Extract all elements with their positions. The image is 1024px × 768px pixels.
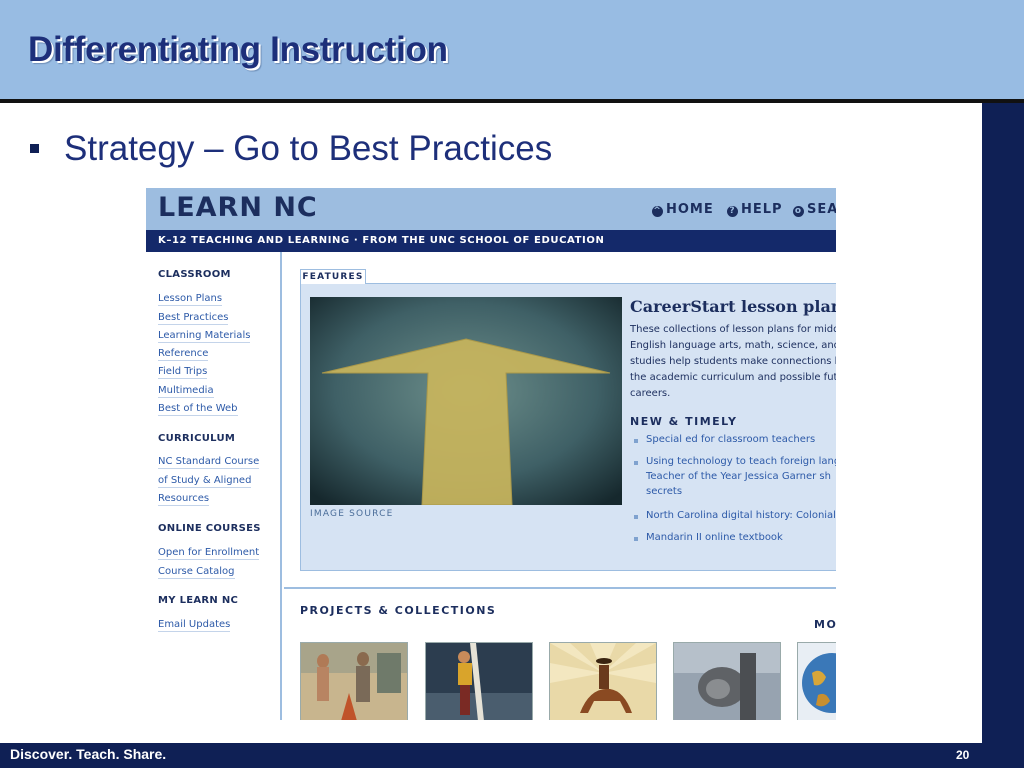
new-timely-item-text: Using technology to teach foreign lang [646,456,836,467]
section-divider [284,587,836,589]
project-thumbnail[interactable] [549,642,657,720]
project-thumbnail[interactable] [673,642,781,720]
sidebar-heading-online-courses: ONLINE COURSES [158,523,261,534]
projects-more-link[interactable]: MO [814,618,836,631]
globe-image [798,643,836,720]
nav-home[interactable]: ^ HOME [652,202,714,217]
nav-search-label: SEA [807,202,836,217]
new-timely-item-text: Mandarin II online textbook [646,532,783,543]
nav-search[interactable]: o SEA [793,202,836,217]
nav-home-label: HOME [666,202,714,217]
sidebar-link-best-practices[interactable]: Best Practices [158,312,229,325]
site-tagline: K–12 TEACHING AND LEARNING · FROM THE UN… [158,235,605,246]
slide-title: Differentiating Instruction [28,30,448,69]
project-thumbnail[interactable] [797,642,836,720]
sidebar-link-resources[interactable]: Resources [158,493,210,506]
site-main: FEATURES IMAGE SOURCE CareerStart lesson… [284,252,836,720]
sidebar-link-learning-materials[interactable]: Learning Materials [158,330,251,343]
right-accent-band [982,103,1024,743]
feature-description-line: the academic curriculum and possible fut… [630,372,836,383]
feature-description-line: English language arts, math, science, an… [630,340,836,351]
search-icon: o [793,206,804,217]
feature-description-line: studies help students make connections b [630,356,836,367]
sidebar-link-email-updates[interactable]: Email Updates [158,619,231,632]
sidebar-heading-curriculum: CURRICULUM [158,433,236,444]
home-icon: ^ [652,206,663,217]
engraving-figures-image [301,643,407,720]
new-timely-item-text: Teacher of the Year Jessica Garner sh [646,471,831,482]
nav-help-label: HELP [741,202,783,217]
footer-tagline: Discover. Teach. Share. [10,746,167,762]
feature-description-line: These collections of lesson plans for mi… [630,324,836,335]
feature-description-line: careers. [630,388,671,399]
new-timely-item[interactable]: Using technology to teach foreign lang T… [634,456,836,497]
nav-help[interactable]: ? HELP [727,202,783,217]
projects-heading: PROJECTS & COLLECTIONS [300,604,497,617]
new-timely-item[interactable]: North Carolina digital history: Colonial [634,510,836,521]
project-thumbnail[interactable] [425,642,533,720]
sidebar-link-reference[interactable]: Reference [158,348,209,361]
new-timely-item-text: secrets [646,486,683,497]
help-icon: ? [727,206,738,217]
sidebar-link-best-of-the-web[interactable]: Best of the Web [158,403,238,416]
arrow-road-image [310,297,622,505]
stone-lion-statue-image [674,643,780,720]
feature-image-arrow[interactable] [310,297,622,505]
sidebar-link-lesson-plans[interactable]: Lesson Plans [158,293,223,306]
bullet-text: Strategy – Go to Best Practices [64,129,553,168]
site-logo[interactable]: LEARN NC [158,192,318,223]
bullet-square-icon [30,144,39,153]
feature-title[interactable]: CareerStart lesson plan [630,297,836,316]
title-divider [0,99,1024,103]
tagline-band: K–12 TEACHING AND LEARNING · FROM THE UN… [146,230,836,252]
new-timely-item-text: North Carolina digital history: Colonial [646,510,836,521]
tab-features[interactable]: FEATURES [300,269,366,284]
page-number: 20 [956,748,970,762]
ladder-climber-image [426,643,532,720]
sidebar-heading-classroom: CLASSROOM [158,269,231,280]
footer-bar: Discover. Teach. Share. 20 [0,743,1024,768]
image-source-link[interactable]: IMAGE SOURCE [310,509,394,519]
sidebar-link-open-for-enrollment[interactable]: Open for Enrollment [158,547,260,560]
site-header: LEARN NC ^ HOME ? HELP o SEA [146,188,836,230]
new-timely-heading: NEW & TIMELY [630,415,738,428]
new-timely-item[interactable]: Special ed for classroom teachers [634,434,815,445]
sidebar-link-of-study-aligned[interactable]: of Study & Aligned [158,475,252,488]
new-timely-item-text: Special ed for classroom teachers [646,434,816,445]
cowboy-rider-image [550,643,656,720]
sidebar-link-course-catalog[interactable]: Course Catalog [158,566,235,579]
site-sidebar: CLASSROOM Lesson Plans Best Practices Le… [146,252,282,720]
sidebar-link-multimedia[interactable]: Multimedia [158,385,214,398]
project-thumbnail[interactable] [300,642,408,720]
new-timely-item[interactable]: Mandarin II online textbook [634,532,783,543]
sidebar-link-nc-standard-course[interactable]: NC Standard Course [158,456,260,469]
learn-nc-screenshot: LEARN NC ^ HOME ? HELP o SEA K–12 TEACHING … [146,188,836,720]
sidebar-heading-my-learn-nc: MY LEARN NC [158,595,239,606]
sidebar-link-field-trips[interactable]: Field Trips [158,366,208,379]
